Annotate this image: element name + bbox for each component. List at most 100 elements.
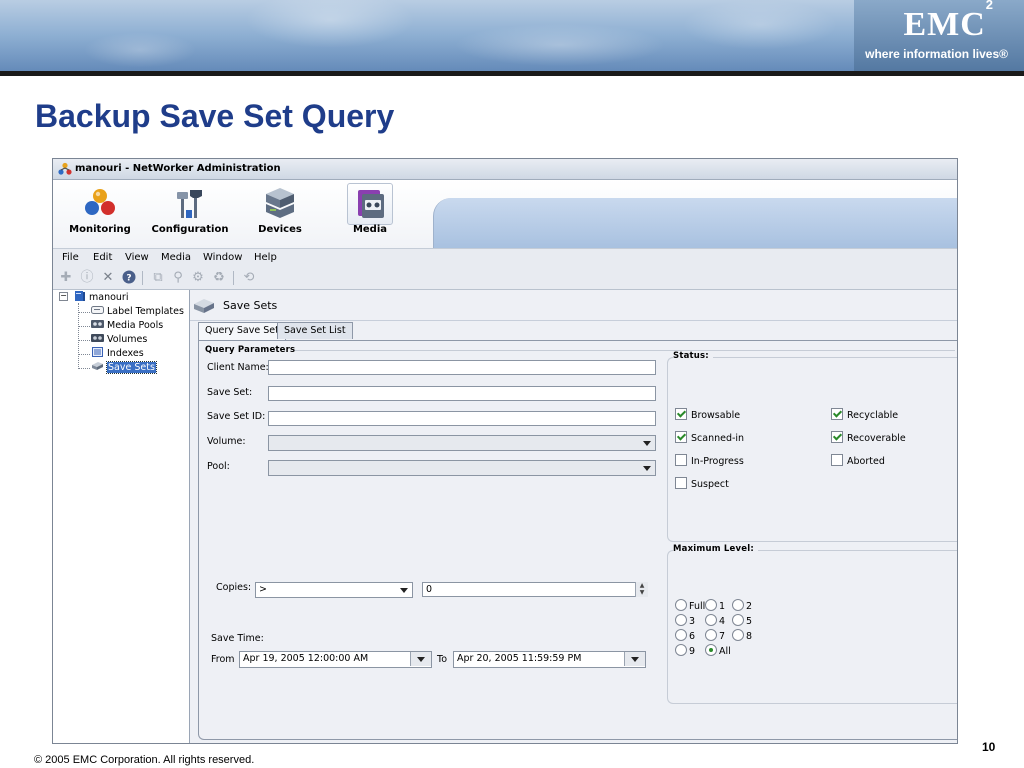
recyclable-checkbox[interactable]: Recyclable xyxy=(831,408,898,421)
media-pools-icon xyxy=(91,320,104,328)
menu-edit[interactable]: Edit xyxy=(93,252,112,263)
to-date-picker[interactable]: Apr 20, 2005 11:59:59 PM xyxy=(453,651,646,668)
in-progress-checkbox[interactable]: In-Progress xyxy=(675,454,744,467)
svg-text:?: ? xyxy=(126,274,131,284)
tree-item-label-templates[interactable]: Label Templates xyxy=(91,305,184,317)
pool-label: Pool: xyxy=(207,461,230,472)
configuration-icon xyxy=(177,190,202,218)
level-2-radio[interactable]: 2 xyxy=(732,599,752,612)
chevron-down-icon xyxy=(624,652,645,666)
tree-connector xyxy=(78,354,90,355)
chevron-down-icon xyxy=(640,436,655,450)
filter-icon[interactable]: ⚲ xyxy=(170,270,186,286)
browsable-checkbox[interactable]: Browsable xyxy=(675,408,740,421)
navigation-tree: − manouri Label Templates Media Pools Vo… xyxy=(53,290,190,743)
level-3-radio[interactable]: 3 xyxy=(675,614,695,627)
window-title: manouri - NetWorker Administration xyxy=(75,163,281,174)
tab-save-set-list[interactable]: Save Set List xyxy=(277,322,353,339)
level-8-radio[interactable]: 8 xyxy=(732,629,752,642)
menu-file[interactable]: File xyxy=(62,252,79,263)
save-set-input[interactable] xyxy=(268,386,656,401)
window-titlebar: manouri - NetWorker Administration xyxy=(53,159,957,180)
delete-icon[interactable]: ✕ xyxy=(100,270,116,286)
status-heading: Status: xyxy=(673,351,713,361)
launcher-bar: Monitoring Configuration Devices Media xyxy=(53,180,957,248)
from-date-picker[interactable]: Apr 19, 2005 12:00:00 AM xyxy=(239,651,432,668)
header-banner: EMC2 where information lives® xyxy=(0,0,1024,76)
menu-window[interactable]: Window xyxy=(203,252,242,263)
tree-connector xyxy=(78,312,90,313)
info-icon[interactable]: ⓘ xyxy=(79,270,95,286)
copyright-footer: © 2005 EMC Corporation. All rights reser… xyxy=(34,754,255,766)
toolbar-separator xyxy=(233,271,234,285)
checkbox-unchecked-icon xyxy=(675,477,687,489)
aborted-checkbox[interactable]: Aborted xyxy=(831,454,885,467)
volume-select[interactable] xyxy=(268,435,656,451)
checkbox-checked-icon xyxy=(675,431,687,443)
refresh-icon[interactable]: ⟲ xyxy=(241,270,257,286)
chevron-down-icon xyxy=(410,652,431,666)
checkbox-checked-icon xyxy=(831,408,843,420)
level-4-radio[interactable]: 4 xyxy=(705,614,725,627)
chevron-down-icon xyxy=(397,583,412,597)
monitoring-icon xyxy=(85,189,115,215)
checkbox-unchecked-icon xyxy=(831,454,843,466)
content-header: Save Sets xyxy=(190,290,957,321)
save-set-id-input[interactable] xyxy=(268,411,656,426)
maximum-level-heading: Maximum Level: xyxy=(673,544,758,554)
from-label: From xyxy=(211,654,235,665)
configuration-button[interactable]: Configuration xyxy=(145,184,235,242)
media-icon xyxy=(358,190,384,218)
recoverable-checkbox[interactable]: Recoverable xyxy=(831,431,906,444)
recycle-icon[interactable]: ♻ xyxy=(211,270,227,286)
copies-spinner[interactable]: ▲ ▼ xyxy=(635,582,648,597)
launcher-background xyxy=(433,198,957,248)
level-1-radio[interactable]: 1 xyxy=(705,599,725,612)
tree-item-save-sets[interactable]: Save Sets xyxy=(91,361,157,374)
help-icon[interactable]: ? xyxy=(121,270,137,286)
to-label: To xyxy=(437,654,448,665)
query-panel: Query Parameters Client Name: Save Set: … xyxy=(198,340,957,740)
tree-item-media-pools[interactable]: Media Pools xyxy=(91,319,163,331)
pool-select[interactable] xyxy=(268,460,656,476)
client-name-input[interactable] xyxy=(268,360,656,375)
level-7-radio[interactable]: 7 xyxy=(705,629,725,642)
level-6-radio[interactable]: 6 xyxy=(675,629,695,642)
tab-query-save-set[interactable]: Query Save Set xyxy=(198,322,286,340)
menu-media[interactable]: Media xyxy=(161,252,191,263)
content-pane: Save Sets Query Save Set Save Set List Q… xyxy=(190,290,957,743)
level-5-radio[interactable]: 5 xyxy=(732,614,752,627)
indexes-icon xyxy=(92,347,103,357)
server-icon xyxy=(75,291,85,301)
toolbar: ✚ ⓘ ✕ ? ⧉ ⚲ ⚙ ♻ ⟲ xyxy=(53,267,957,290)
copy-icon[interactable]: ⧉ xyxy=(150,270,166,286)
chevron-down-icon xyxy=(640,461,655,475)
media-button[interactable]: Media xyxy=(325,183,415,242)
menu-bar: File Edit View Media Window Help xyxy=(53,248,957,268)
emc-logo: EMC2 xyxy=(903,0,994,43)
save-sets-icon xyxy=(92,362,103,370)
tree-item-indexes[interactable]: Indexes xyxy=(91,347,144,359)
level-9-radio[interactable]: 9 xyxy=(675,644,695,657)
level-all-radio[interactable]: All xyxy=(705,644,731,657)
copies-value-input[interactable] xyxy=(422,582,648,597)
scanned-in-checkbox[interactable]: Scanned-in xyxy=(675,431,744,444)
tree-connector xyxy=(78,368,90,369)
add-icon[interactable]: ✚ xyxy=(58,270,74,286)
copies-operator-select[interactable]: > xyxy=(255,582,413,598)
suspect-checkbox[interactable]: Suspect xyxy=(675,477,729,490)
level-full-radio[interactable]: Full xyxy=(675,599,705,612)
checkbox-checked-icon xyxy=(675,408,687,420)
monitoring-button[interactable]: Monitoring xyxy=(55,184,145,242)
banner-divider xyxy=(0,71,1024,76)
copies-label: Copies: xyxy=(216,582,252,593)
settings-icon[interactable]: ⚙ xyxy=(190,270,206,286)
status-group xyxy=(667,357,957,542)
tree-item-volumes[interactable]: Volumes xyxy=(91,333,147,345)
tree-root-manouri[interactable]: manouri xyxy=(73,291,128,303)
devices-button[interactable]: Devices xyxy=(235,184,325,242)
menu-view[interactable]: View xyxy=(125,252,149,263)
collapse-toggle[interactable]: − xyxy=(59,292,68,301)
monitoring-label: Monitoring xyxy=(69,224,131,235)
menu-help[interactable]: Help xyxy=(254,252,277,263)
